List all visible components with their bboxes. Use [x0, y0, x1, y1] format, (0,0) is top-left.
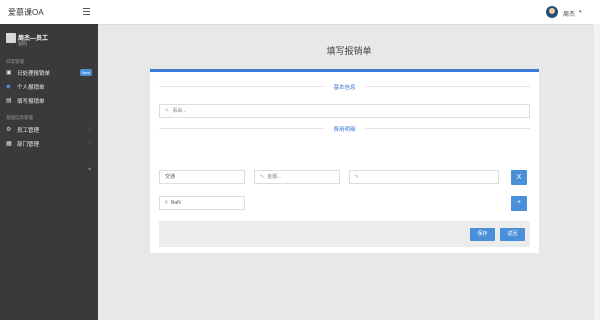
edit-icon: ✎ [165, 108, 170, 114]
scrollbar[interactable] [594, 24, 600, 320]
new-badge: New [80, 69, 93, 76]
top-bar: 爱慕课OA 周杰 ▾ [0, 0, 600, 25]
circle-icon: ◆ [6, 84, 11, 90]
claim-form-card: 基本信息 ✎ 事由... 费用明细 交通 ✎ 金额... ✎ X ¥ NaN + 保存… [150, 69, 539, 253]
cost-type-select[interactable]: 交通 [159, 170, 245, 184]
divider [365, 128, 530, 129]
cost-detail-heading: 费用明细 [333, 127, 356, 133]
list-icon: ▣ [6, 70, 12, 76]
chevron-down-icon[interactable]: ▾ [579, 9, 582, 15]
sidebar: 周杰—员工 副的 日常管理 ▣ 日处理报销单 New ◆ 个人报销单 ▤ 填写报… [0, 24, 98, 320]
sidebar-item-label: 日处理报销单 [17, 71, 51, 77]
user-icon [6, 33, 16, 43]
menu-toggle-icon[interactable] [83, 8, 90, 15]
chevron-right-icon: › [89, 126, 91, 132]
page-title: 填写报销单 [326, 46, 372, 56]
edit-icon: ✎ [355, 174, 360, 180]
brand-title[interactable]: 爱慕课OA [8, 7, 44, 18]
amount-input[interactable]: ✎ 金额... [254, 170, 340, 184]
money-icon: ¥ [165, 200, 168, 206]
sidebar-item-label: 填写报销单 [17, 99, 45, 105]
cause-placeholder: 事由... [172, 108, 187, 114]
main-content: 填写报销单 基本信息 ✎ 事由... 费用明细 交通 ✎ 金额... ✎ X ¥ Na… [98, 24, 600, 320]
cause-input[interactable]: ✎ 事由... [159, 104, 530, 118]
chevron-right-icon: › [89, 140, 91, 146]
gear-icon: ⚙ [6, 127, 12, 133]
note-input[interactable]: ✎ [349, 170, 499, 184]
amount-placeholder: 金额... [267, 174, 282, 180]
sidebar-item-my-claims[interactable]: ◆ 个人报销单 [0, 82, 98, 92]
sidebar-item-label: 个人报销单 [17, 85, 45, 91]
money-icon: ✎ [260, 174, 265, 180]
avatar[interactable] [546, 6, 558, 18]
back-button[interactable]: 返回 [500, 228, 525, 241]
section-label-basic: 基础信息管理 [6, 115, 33, 120]
sidebar-item-label: 部门管理 [17, 142, 40, 148]
sidebar-item-fill-claim[interactable]: ▤ 填写报销单 [0, 96, 98, 106]
sidebar-item-pending-claims[interactable]: ▣ 日处理报销单 New [0, 68, 98, 78]
building-icon: ▦ [6, 141, 12, 147]
edit-icon: ▤ [6, 98, 12, 104]
section-label-daily: 日常管理 [6, 59, 24, 64]
sidebar-item-staff[interactable]: ⚙ 员工管理 › [0, 125, 98, 135]
remove-row-button[interactable]: X [511, 170, 527, 185]
total-amount-value: NaN [170, 200, 181, 206]
sidebar-item-department[interactable]: ▦ 部门管理 › [0, 139, 98, 149]
sidebar-item-label: 员工管理 [17, 128, 40, 134]
divider [365, 86, 530, 87]
save-button[interactable]: 保存 [470, 228, 495, 241]
form-footer: 保存 返回 [159, 221, 530, 247]
user-name[interactable]: 周杰 [563, 9, 575, 18]
sidebar-user-role: 副的 [18, 41, 27, 46]
collapse-sidebar-icon[interactable]: ◂ [88, 166, 91, 172]
basic-info-heading: 基本信息 [333, 85, 356, 91]
add-row-button[interactable]: + [511, 196, 527, 211]
total-amount-field: ¥ NaN [159, 196, 245, 210]
